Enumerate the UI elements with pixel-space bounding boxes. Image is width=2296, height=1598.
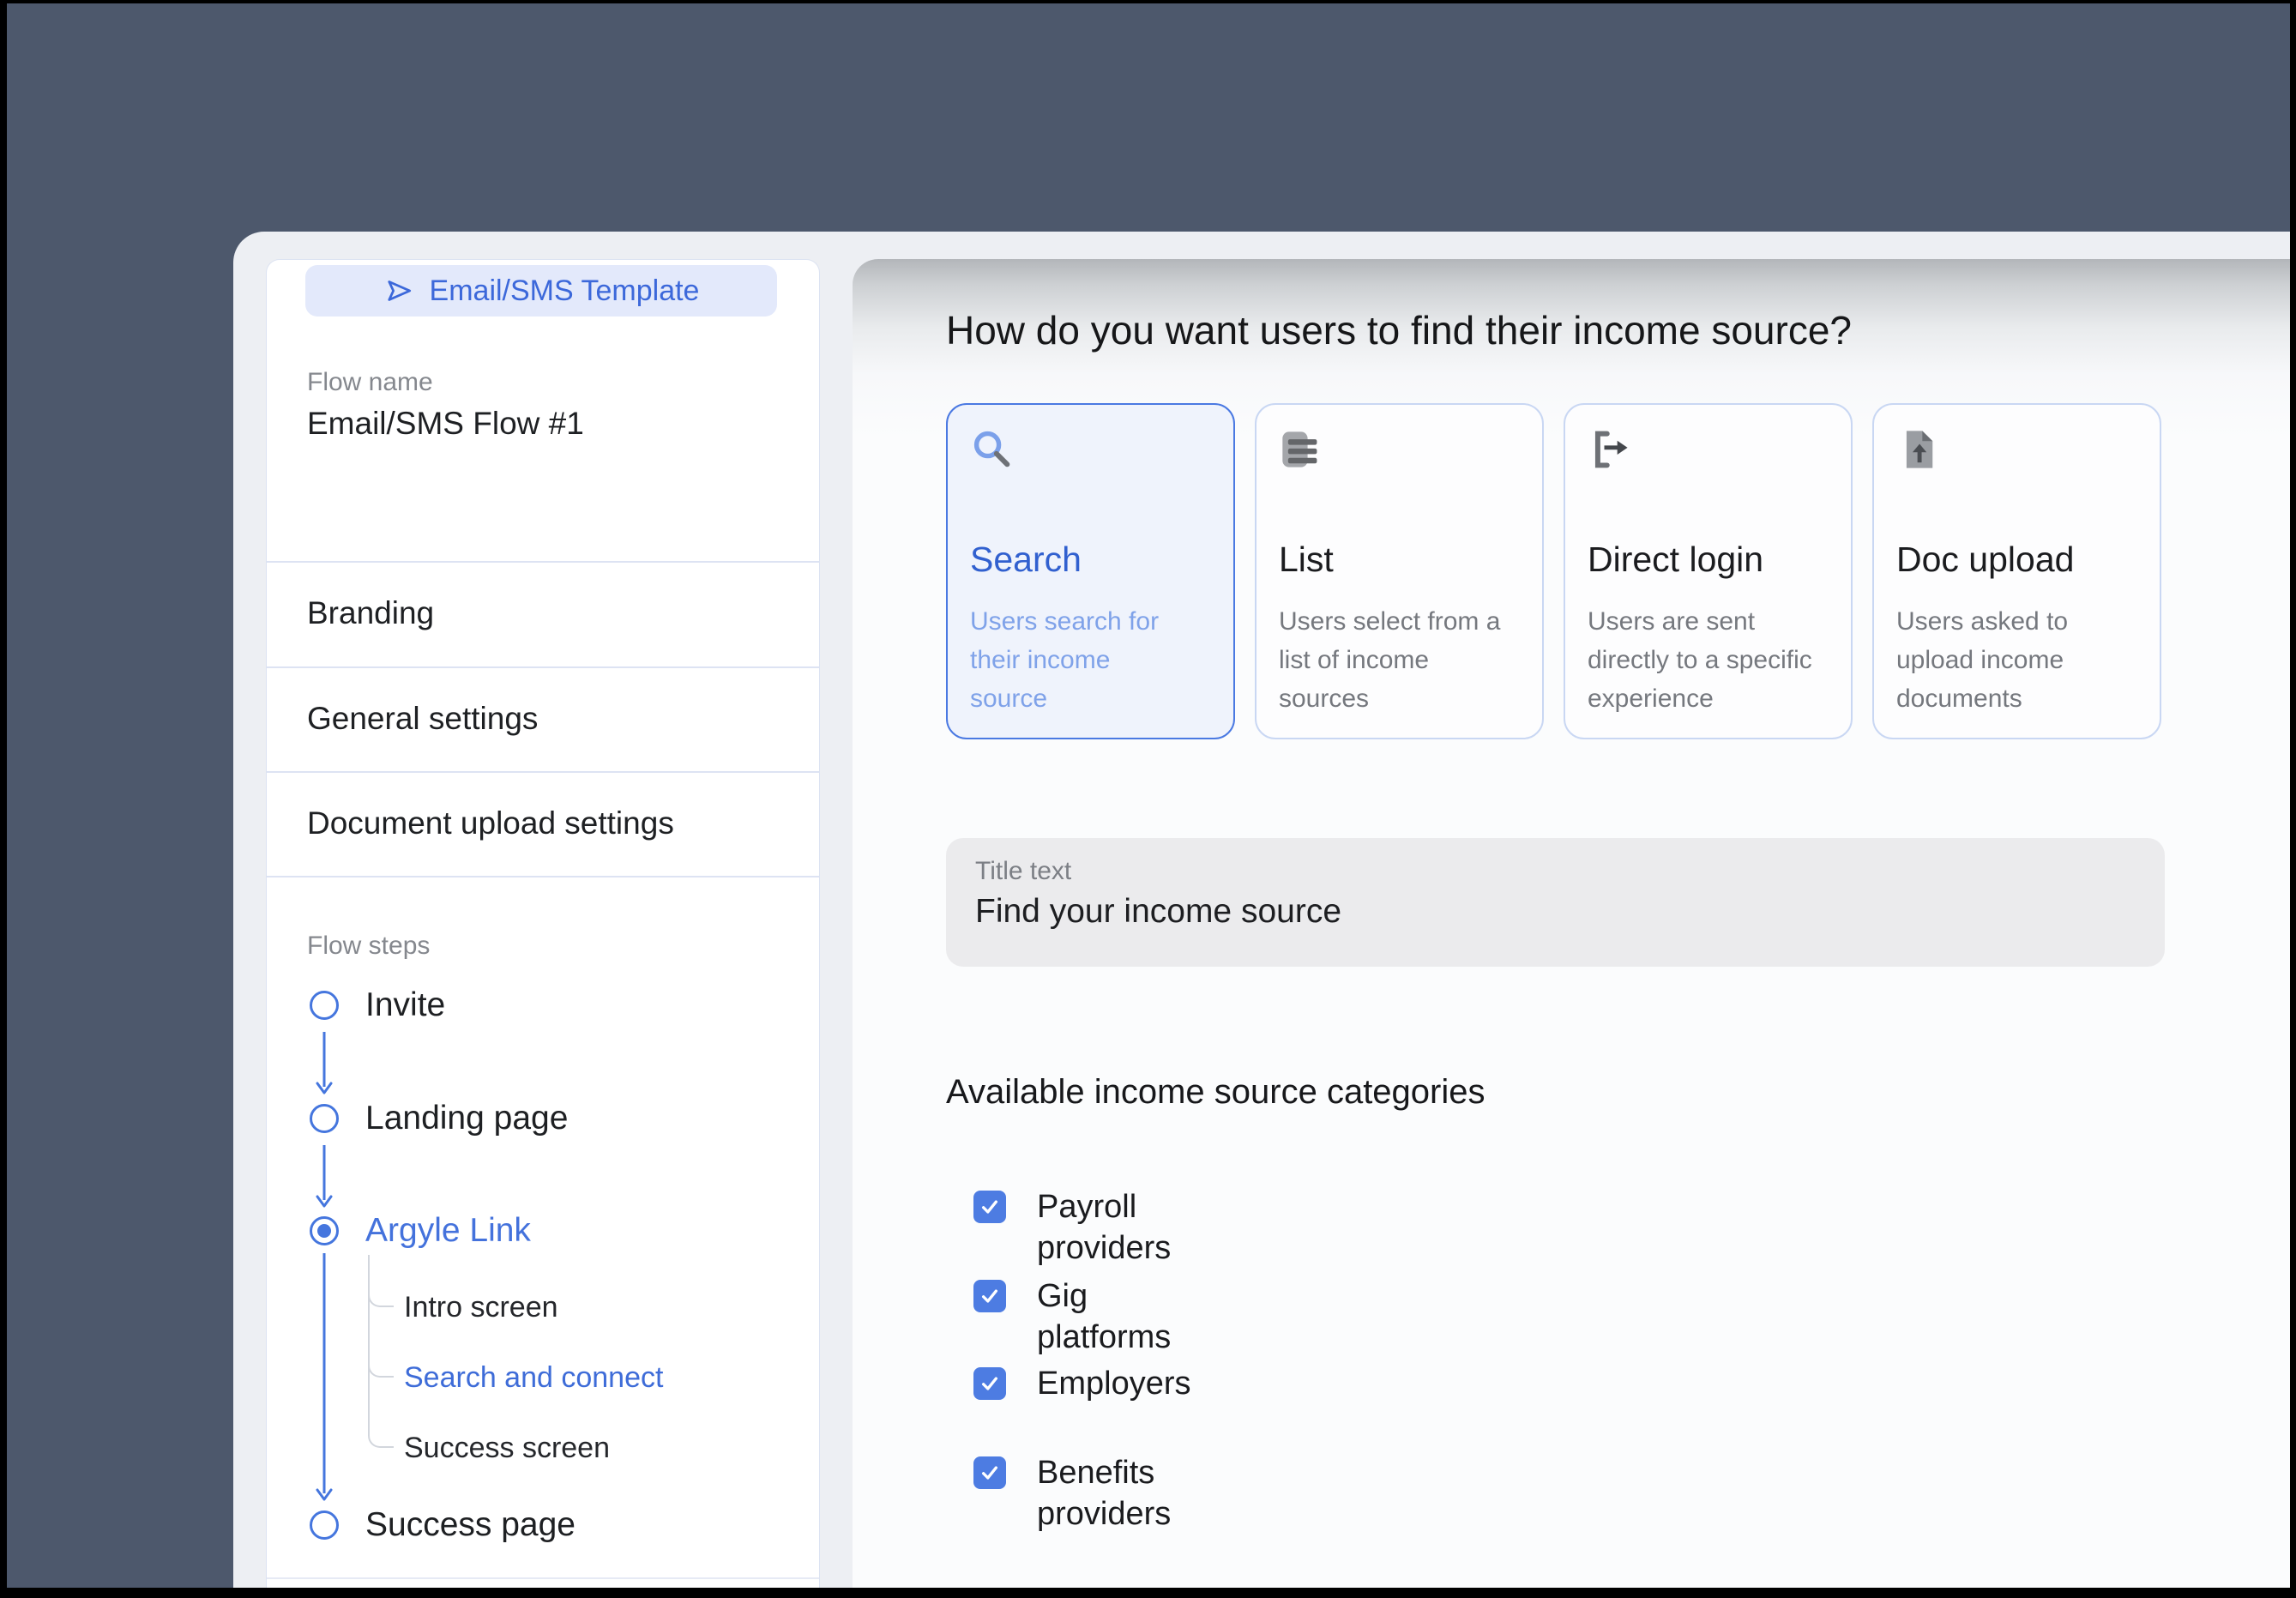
- app-window: Email/SMS Template Flow name Email/SMS F…: [233, 232, 2290, 1588]
- substep-success-screen[interactable]: Success screen: [404, 1430, 610, 1466]
- sidebar-divider: [267, 1577, 819, 1579]
- doc-upload-icon: [1906, 431, 1933, 468]
- list-icon: [1282, 431, 1317, 467]
- page-title: How do you want users to find their inco…: [946, 308, 1852, 353]
- flow-name-label: Flow name: [307, 368, 433, 396]
- option-card-description: Users search for their income source: [970, 607, 1160, 713]
- sidebar-item-branding[interactable]: Branding: [267, 563, 819, 666]
- main-panel: How do you want users to find their inco…: [853, 259, 2290, 1588]
- option-card-title: Doc upload: [1896, 540, 2075, 579]
- flow-name-value[interactable]: Email/SMS Flow #1: [307, 406, 584, 442]
- arrow-down-icon: [316, 1032, 333, 1094]
- option-card-description: Users are sent directly to a specific ex…: [1588, 607, 1812, 713]
- flow-steps-label: Flow steps: [307, 932, 431, 960]
- sidebar-divider: [267, 876, 819, 877]
- checkmark-icon: [981, 1466, 998, 1480]
- option-card-row: Search Users search for their income sou…: [946, 403, 2161, 739]
- categories-heading: Available income source categories: [946, 1073, 1485, 1111]
- step-radio-invite[interactable]: [310, 991, 339, 1020]
- step-radio-landing-page[interactable]: [310, 1104, 339, 1133]
- radio-selected-dot: [317, 1224, 331, 1238]
- checkbox-payroll-providers[interactable]: [973, 1191, 1006, 1223]
- option-card-search[interactable]: Search Users search for their income sou…: [946, 403, 1235, 739]
- sidebar-item-document-upload-settings[interactable]: Document upload settings: [267, 773, 819, 876]
- checkbox-benefits-providers[interactable]: [973, 1456, 1006, 1489]
- send-icon: [387, 280, 411, 301]
- desktop-background: Email/SMS Template Flow name Email/SMS F…: [7, 3, 2290, 1588]
- substep-intro-screen[interactable]: Intro screen: [404, 1289, 558, 1325]
- step-invite[interactable]: Invite: [365, 985, 445, 1026]
- option-card-description: Users select from a list of income sourc…: [1279, 607, 1501, 713]
- step-radio-argyle-link[interactable]: [310, 1216, 339, 1245]
- sidebar-item-label: General settings: [307, 701, 539, 736]
- checkbox-employers[interactable]: [973, 1367, 1006, 1400]
- step-success-page[interactable]: Success page: [365, 1505, 576, 1546]
- step-argyle-link[interactable]: Argyle Link: [365, 1210, 531, 1251]
- step-radio-success-page[interactable]: [310, 1511, 339, 1540]
- category-label[interactable]: Gig platforms: [1037, 1275, 1171, 1358]
- tree-branch: [368, 1255, 394, 1448]
- checkmark-icon: [981, 1200, 998, 1214]
- email-sms-template-label: Email/SMS Template: [429, 274, 700, 307]
- direct-login-icon: [1594, 431, 1628, 468]
- sidebar-item-general-settings[interactable]: General settings: [267, 668, 819, 771]
- sidebar-item-label: Branding: [307, 595, 435, 630]
- sidebar: Email/SMS Template Flow name Email/SMS F…: [266, 259, 820, 1588]
- arrow-down-icon: [316, 1145, 333, 1208]
- category-label[interactable]: Payroll providers: [1037, 1186, 1171, 1269]
- option-card-title: List: [1279, 540, 1334, 579]
- option-card-description: Users asked to upload income documents: [1896, 607, 2069, 713]
- title-text-value: Find your income source: [975, 893, 1342, 930]
- category-label[interactable]: Employers: [1037, 1363, 1191, 1404]
- search-icon: [973, 431, 1010, 467]
- checkbox-gig-platforms[interactable]: [973, 1280, 1006, 1312]
- substep-search-and-connect[interactable]: Search and connect: [404, 1360, 663, 1396]
- title-text-label: Title text: [975, 857, 1072, 885]
- title-text-field[interactable]: Title text Find your income source: [946, 838, 2165, 967]
- category-label[interactable]: Benefits providers: [1037, 1452, 1171, 1535]
- email-sms-template-button[interactable]: Email/SMS Template: [305, 265, 777, 317]
- arrow-down-icon: [316, 1253, 333, 1501]
- checkmark-icon: [981, 1377, 998, 1390]
- sidebar-item-label: Document upload settings: [307, 805, 674, 841]
- step-landing-page[interactable]: Landing page: [365, 1098, 568, 1139]
- checkmark-icon: [981, 1289, 998, 1303]
- option-card-title: Direct login: [1588, 540, 1764, 579]
- option-card-direct-login[interactable]: Direct login Users are sent directly to …: [1564, 403, 1853, 739]
- option-card-list[interactable]: List Users select from a list of income …: [1255, 403, 1544, 739]
- option-card-title: Search: [970, 540, 1082, 579]
- option-card-doc-upload[interactable]: Doc upload Users asked to upload income …: [1872, 403, 2161, 739]
